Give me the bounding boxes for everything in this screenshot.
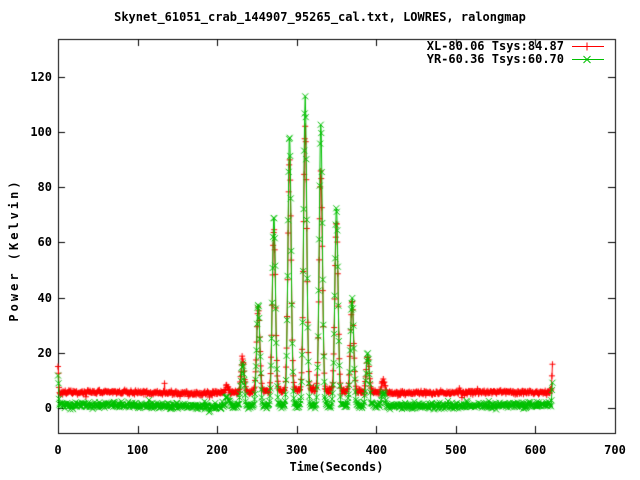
x-tick-label: 100 [110, 443, 166, 457]
legend-entry-yr: YR-60.36 Tsys:60.70 [427, 53, 604, 66]
x-tick-label: 200 [189, 443, 245, 457]
legend-label-yr: YR-60.36 Tsys:60.70 [427, 53, 564, 66]
x-tick-label: 600 [507, 443, 563, 457]
x-axis-label: Time(Seconds) [58, 460, 615, 474]
y-tick-label: 40 [0, 291, 52, 305]
plot-title: Skynet_61051_crab_144907_95265_cal.txt, … [0, 10, 640, 24]
x-tick-label: 700 [587, 443, 640, 457]
y-tick-label: 60 [0, 235, 52, 249]
plus-marker-icon [583, 43, 591, 51]
chart-figure: Skynet_61051_crab_144907_95265_cal.txt, … [0, 0, 640, 480]
y-tick-label: 120 [0, 70, 52, 84]
x-tick-label: 0 [30, 443, 86, 457]
y-tick-label: 80 [0, 180, 52, 194]
y-tick-label: 0 [0, 401, 52, 415]
plot-canvas [0, 0, 640, 480]
x-tick-label: 300 [269, 443, 325, 457]
x-tick-label: 500 [428, 443, 484, 457]
x-tick-label: 400 [348, 443, 404, 457]
legend-sample-xl [572, 42, 604, 51]
legend-sample-yr [572, 55, 604, 64]
y-tick-label: 20 [0, 346, 52, 360]
y-tick-label: 100 [0, 125, 52, 139]
